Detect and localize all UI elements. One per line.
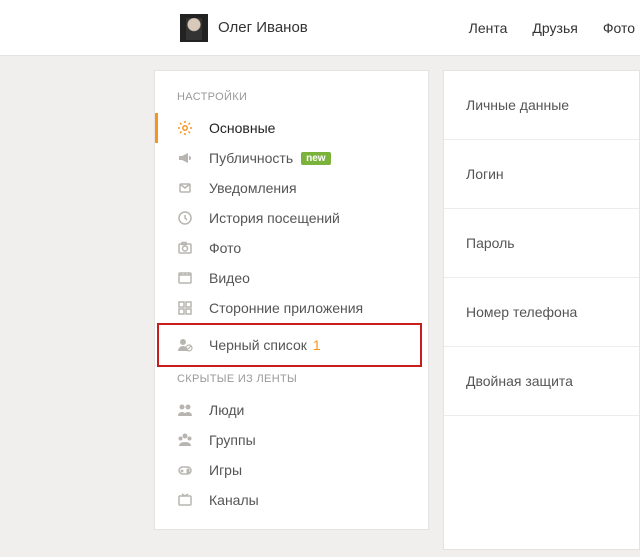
people-icon — [177, 402, 193, 418]
bell-icon — [177, 180, 193, 196]
sidebar-item-settings-notify[interactable]: Уведомления — [155, 173, 428, 203]
nav-friends[interactable]: Друзья — [532, 20, 577, 36]
top-nav: Лента Друзья Фото — [469, 20, 635, 36]
sidebar-item-label: История посещений — [209, 210, 340, 226]
sidebar-item-label: Люди — [209, 402, 244, 418]
sidebar-item-hidden-groups[interactable]: Группы — [155, 425, 428, 455]
sidebar-item-settings-history[interactable]: История посещений — [155, 203, 428, 233]
sidebar-item-label: Основные — [209, 120, 275, 136]
settings-row-phone[interactable]: Номер телефона — [444, 278, 639, 347]
video-icon — [177, 270, 193, 286]
settings-row-password[interactable]: Пароль — [444, 209, 639, 278]
sidebar-item-label: Публичность — [209, 150, 293, 166]
nav-photo[interactable]: Фото — [603, 20, 635, 36]
sidebar-item-label: Игры — [209, 462, 242, 478]
main-panel: Личные данныеЛогинПарольНомер телефонаДв… — [443, 70, 640, 550]
sidebar-item-hidden-games[interactable]: Игры — [155, 455, 428, 485]
settings-row-login[interactable]: Логин — [444, 140, 639, 209]
megaphone-icon — [177, 150, 193, 166]
sidebar-item-settings-photo[interactable]: Фото — [155, 233, 428, 263]
content: НАСТРОЙКИ Основные Публичность new Уведомлен… — [0, 56, 640, 550]
sidebar-item-label: Фото — [209, 240, 241, 256]
apps-icon — [177, 300, 193, 316]
sidebar: НАСТРОЙКИ Основные Публичность new Уведомлен… — [154, 70, 429, 530]
header: Олег Иванов Лента Друзья Фото — [0, 0, 640, 56]
settings-row-personal-data[interactable]: Личные данные — [444, 71, 639, 140]
username[interactable]: Олег Иванов — [218, 19, 308, 36]
user-block-icon — [177, 337, 193, 353]
avatar[interactable] — [180, 14, 208, 42]
sidebar-item-hidden-people[interactable]: Люди — [155, 395, 428, 425]
sidebar-item-label: Видео — [209, 270, 250, 286]
sidebar-item-settings-general[interactable]: Основные — [155, 113, 428, 143]
tv-icon — [177, 492, 193, 508]
sidebar-section-title: СКРЫТЫЕ ИЗ ЛЕНТЫ — [155, 367, 428, 395]
sidebar-item-count: 1 — [313, 337, 321, 353]
sidebar-item-settings-video[interactable]: Видео — [155, 263, 428, 293]
gear-icon — [177, 120, 193, 136]
group-icon — [177, 432, 193, 448]
nav-feed[interactable]: Лента — [469, 20, 508, 36]
sidebar-item-label: Группы — [209, 432, 256, 448]
sidebar-item-label: Уведомления — [209, 180, 297, 196]
sidebar-section-title: НАСТРОЙКИ — [155, 85, 428, 113]
settings-row-two-factor[interactable]: Двойная защита — [444, 347, 639, 416]
sidebar-item-label: Черный список — [209, 337, 307, 353]
badge-new: new — [301, 152, 330, 165]
sidebar-item-label: Сторонние приложения — [209, 300, 363, 316]
sidebar-item-hidden-channels[interactable]: Каналы — [155, 485, 428, 515]
sidebar-item-label: Каналы — [209, 492, 259, 508]
sidebar-item-settings-blacklist[interactable]: Черный список 1 — [177, 330, 420, 360]
history-icon — [177, 210, 193, 226]
camera-icon — [177, 240, 193, 256]
highlight-box: Черный список 1 — [157, 323, 422, 367]
sidebar-item-settings-publicity[interactable]: Публичность new — [155, 143, 428, 173]
sidebar-item-settings-apps[interactable]: Сторонние приложения — [155, 293, 428, 323]
gamepad-icon — [177, 462, 193, 478]
